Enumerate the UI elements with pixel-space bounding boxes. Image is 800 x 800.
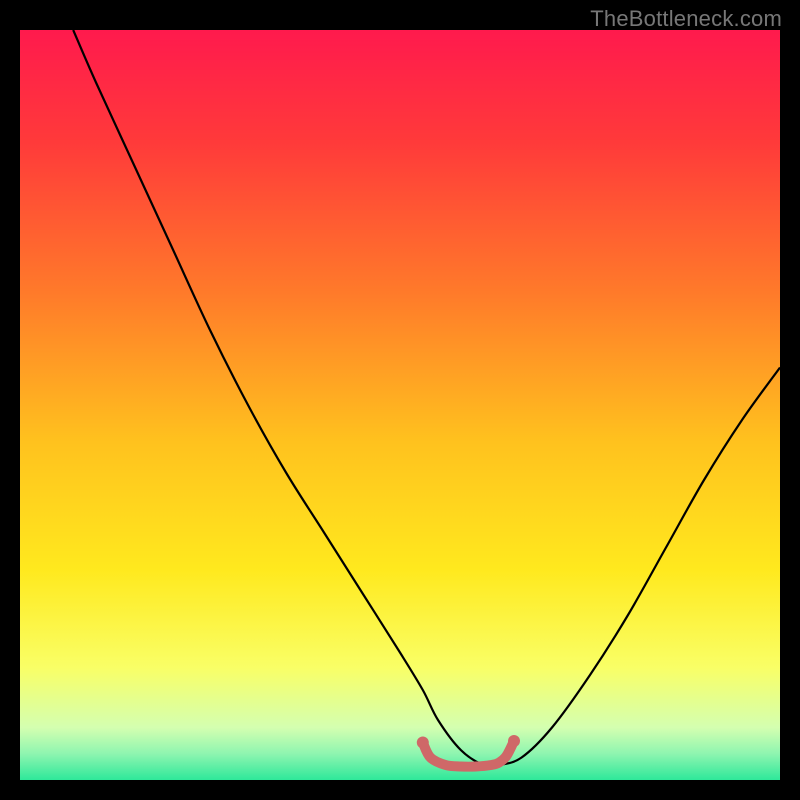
optimal-range-marker xyxy=(423,741,514,767)
chart-frame: TheBottleneck.com xyxy=(0,0,800,800)
marker-end-dot xyxy=(508,735,520,747)
bottleneck-curve xyxy=(73,30,780,766)
chart-canvas xyxy=(20,30,780,780)
plot-area xyxy=(20,30,780,780)
watermark-text: TheBottleneck.com xyxy=(590,6,782,32)
marker-start-dot xyxy=(417,737,429,749)
